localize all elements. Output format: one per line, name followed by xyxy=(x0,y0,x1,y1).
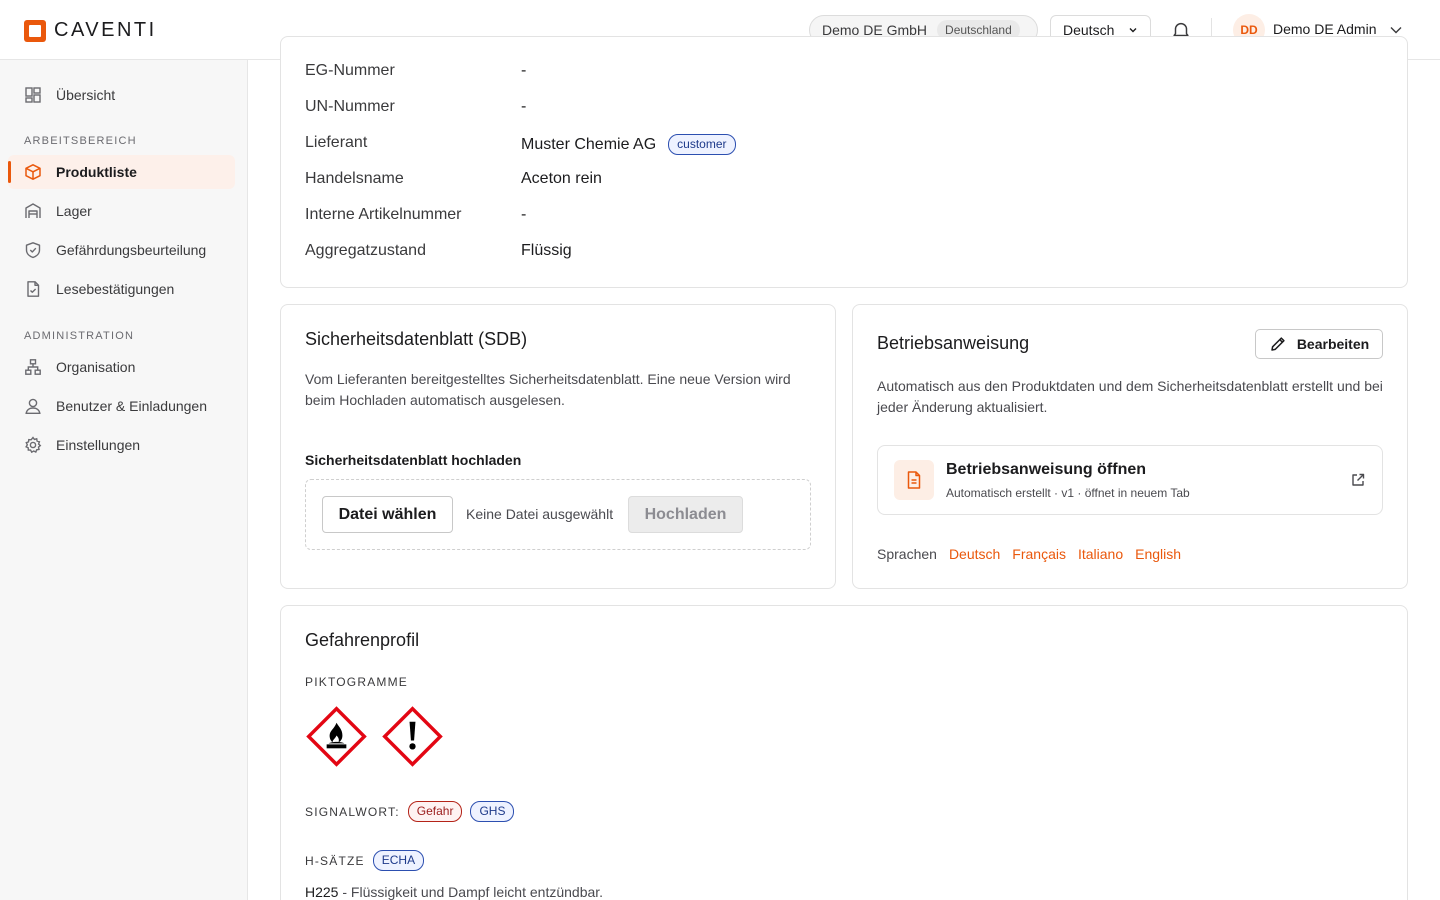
sidebar-section-admin: ADMINISTRATION xyxy=(24,330,135,342)
user-name[interactable]: Demo DE Admin xyxy=(1273,21,1376,37)
box-icon xyxy=(25,164,41,180)
sidebar: Übersicht ARBEITSBEREICH Produktliste La… xyxy=(0,60,248,900)
logo-mark-icon xyxy=(24,19,46,42)
open-instructions-link[interactable] xyxy=(877,445,1383,515)
h-statements-row: H-SÄTZE ECHA xyxy=(305,850,425,871)
detail-value: Aceton rein xyxy=(521,170,602,187)
sidebar-item-label: Gefährdungsbeurteilung xyxy=(56,242,207,258)
detail-value: Flüssig xyxy=(521,242,572,259)
open-instructions-title[interactable]: Betriebsanweisung öffnen xyxy=(946,461,1146,479)
sidebar-item-label: Produktliste xyxy=(56,164,137,180)
sidebar-item-label: Lesebestätigungen xyxy=(56,281,175,297)
document-icon xyxy=(894,460,934,500)
sidebar-item-label: Einstellungen xyxy=(56,437,141,453)
sidebar-item-label: Übersicht xyxy=(56,87,116,103)
chevron-down-icon[interactable] xyxy=(1389,23,1403,37)
sdb-upload-label: Sicherheitsdatenblatt hochladen xyxy=(305,452,522,468)
detail-label: Handelsname xyxy=(305,170,404,187)
external-link-icon[interactable] xyxy=(1350,472,1366,488)
h-statement-text: - Flüssigkeit und Dampf leicht entzündba… xyxy=(342,884,604,900)
h-statement-code: H225 xyxy=(305,884,339,900)
signal-word-label: SIGNALWORT: xyxy=(305,804,400,819)
language-link-en[interactable]: English xyxy=(1135,546,1181,562)
sidebar-item-read-confirmations[interactable]: Lesebestätigungen xyxy=(8,272,235,306)
pictograms-label: PIKTOGRAMME xyxy=(305,675,408,689)
sidebar-item-settings[interactable]: Einstellungen xyxy=(8,428,235,462)
echa-badge: ECHA xyxy=(372,850,425,871)
document-check-icon xyxy=(27,281,40,297)
flame-icon xyxy=(306,706,367,767)
languages-row: Sprachen Deutsch Français Italiano Engli… xyxy=(877,546,1181,562)
sidebar-item-overview[interactable]: Übersicht xyxy=(8,78,235,112)
detail-label: UN-Nummer xyxy=(305,98,395,115)
edit-button[interactable]: Bearbeiten xyxy=(1255,329,1383,359)
sidebar-item-product-list[interactable]: Produktliste xyxy=(8,155,235,189)
sidebar-item-users[interactable]: Benutzer & Einladungen xyxy=(8,389,235,423)
languages-label: Sprachen xyxy=(877,546,937,562)
sidebar-item-label: Organisation xyxy=(56,359,136,375)
detail-value: - xyxy=(521,206,527,223)
product-details-card xyxy=(280,36,1408,288)
no-file-text: Keine Datei ausgewählt xyxy=(466,506,614,522)
hazard-title: Gefahrenprofil xyxy=(305,630,420,650)
hazard-profile-card xyxy=(280,605,1408,900)
shield-check-icon xyxy=(25,242,41,259)
supplier-value: Muster Chemie AG customer xyxy=(521,134,736,155)
detail-label: EG-Nummer xyxy=(305,62,395,79)
exclamation-mark-icon xyxy=(382,706,443,767)
language-link-de[interactable]: Deutsch xyxy=(949,546,1000,562)
ba-description: Automatisch aus den Produktdaten und dem… xyxy=(877,378,1383,415)
ba-title: Betriebsanweisung xyxy=(877,333,1030,353)
supplier-name: Muster Chemie AG xyxy=(521,135,657,153)
chevron-down-icon xyxy=(1129,28,1137,33)
choose-file-button[interactable]: Datei wählen xyxy=(322,496,453,533)
signal-word-row: SIGNALWORT: Gefahr GHS xyxy=(305,801,515,822)
user-icon xyxy=(25,398,41,414)
warehouse-icon xyxy=(25,203,41,218)
sidebar-item-organization[interactable]: Organisation xyxy=(8,350,235,384)
sidebar-item-storage[interactable]: Lager xyxy=(8,194,235,228)
ghs-badge: GHS xyxy=(470,801,515,822)
h-statement: H225 - Flüssigkeit und Dampf leicht entz… xyxy=(305,884,603,900)
org-chart-icon xyxy=(25,359,41,375)
signal-word-badge: Gefahr xyxy=(407,801,463,822)
pencil-icon xyxy=(1271,337,1285,351)
language-link-fr[interactable]: Français xyxy=(1012,546,1066,562)
detail-label: Lieferant xyxy=(305,134,368,151)
gear-icon xyxy=(25,436,42,454)
upload-button[interactable]: Hochladen xyxy=(628,496,743,533)
detail-value: - xyxy=(521,62,527,79)
h-statements-label: H-SÄTZE xyxy=(305,853,365,868)
detail-value: - xyxy=(521,98,527,115)
open-instructions-meta: Automatisch erstellt · v1 · öffnet in ne… xyxy=(946,486,1190,500)
sidebar-section-work: ARBEITSBEREICH xyxy=(24,135,137,147)
sidebar-item-label: Benutzer & Einladungen xyxy=(56,398,207,414)
edit-button-label: Bearbeiten xyxy=(1296,336,1370,352)
detail-label: Aggregatzustand xyxy=(305,242,426,259)
detail-label: Interne Artikelnummer xyxy=(305,206,462,223)
sdb-title: Sicherheitsdatenblatt (SDB) xyxy=(305,329,528,349)
customer-badge: customer xyxy=(668,134,736,155)
sdb-description: Vom Lieferanten bereitgestelltes Sicherh… xyxy=(305,371,791,408)
brand-logo[interactable]: CAVENTI xyxy=(24,19,157,42)
dashboard-icon xyxy=(25,87,41,103)
sidebar-item-label: Lager xyxy=(56,203,92,219)
language-link-it[interactable]: Italiano xyxy=(1078,546,1123,562)
sidebar-item-risk-assessment[interactable]: Gefährdungsbeurteilung xyxy=(8,233,235,267)
brand-name: CAVENTI xyxy=(54,19,157,41)
